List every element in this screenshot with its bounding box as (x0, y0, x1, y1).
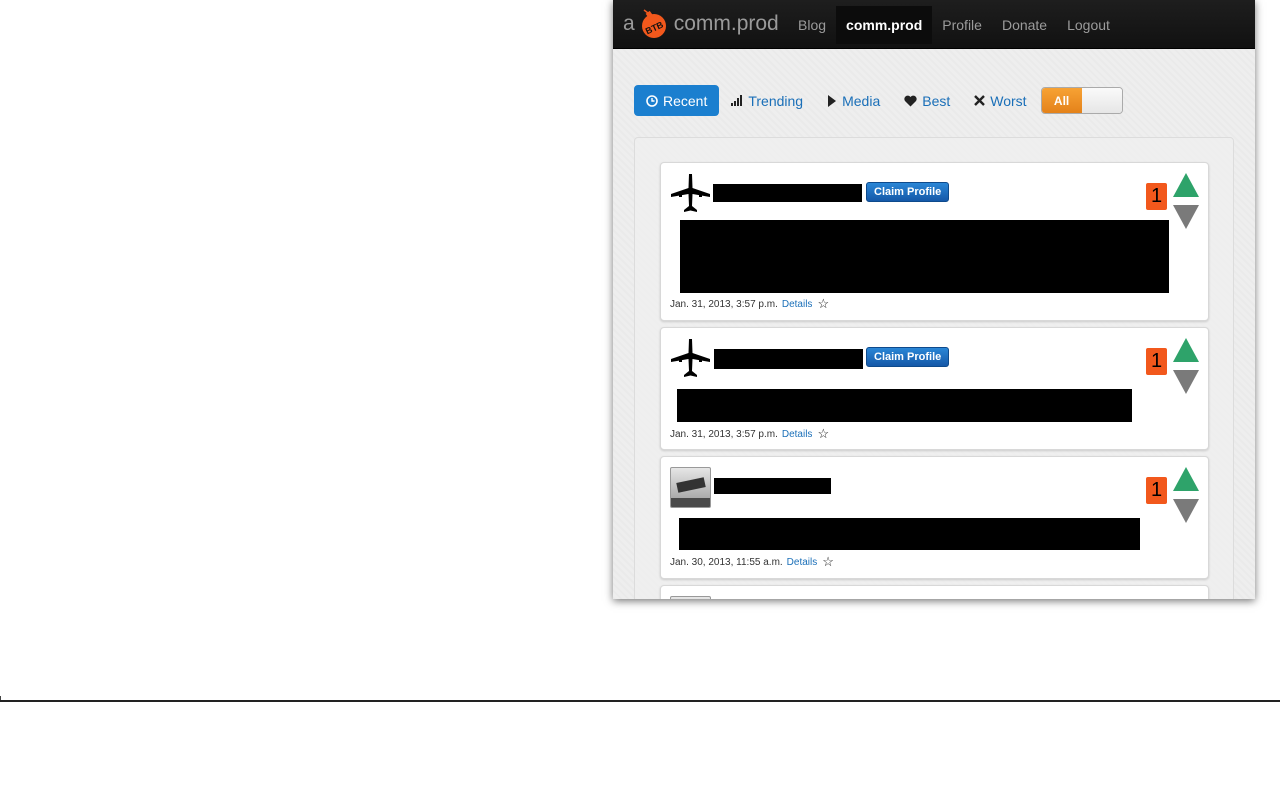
filter-worst-label: Worst (990, 92, 1027, 109)
post-card: Claim Profile 1 Jan. 31, 2013, 3:57 p.m.… (660, 327, 1209, 450)
main-nav: Blog comm.prod Profile Donate Logout (788, 6, 1120, 44)
downvote-arrow-icon[interactable] (1173, 205, 1199, 229)
star-icon[interactable]: ☆ (817, 426, 829, 442)
redacted-author-name (713, 184, 862, 202)
filter-best-label: Best (922, 92, 951, 109)
nav-profile[interactable]: Profile (932, 6, 992, 44)
downvote-arrow-icon[interactable] (1173, 370, 1199, 394)
star-icon[interactable]: ☆ (817, 296, 829, 312)
top-navbar: a BTB comm.prod Blog comm.prod Profile D… (613, 0, 1255, 49)
user-avatar-photo[interactable] (670, 467, 711, 508)
all-toggle-switch[interactable]: All (1040, 87, 1123, 114)
brand-name: comm.prod (673, 12, 779, 35)
post-card: Claim Profile 1 Jan. 31, 2013, 3:57 p.m.… (660, 162, 1209, 321)
filter-media[interactable]: Media (815, 85, 892, 116)
score-badge: 1 (1146, 183, 1167, 210)
redacted-author-name (714, 478, 831, 494)
signal-bars-icon (731, 95, 743, 106)
window-bottom-edge (0, 696, 1280, 702)
post-meta: Jan. 31, 2013, 3:57 p.m. Details ☆ (670, 426, 829, 442)
post-card: 1 Jan. 30, 2013, 11:55 a.m. Details ☆ (660, 456, 1209, 579)
filter-media-label: Media (842, 92, 881, 109)
user-avatar-photo[interactable] (670, 596, 711, 599)
upvote-arrow-icon[interactable] (1173, 467, 1199, 491)
redacted-post-content (680, 220, 1169, 293)
post-date: Jan. 31, 2013, 3:57 p.m. (670, 428, 778, 440)
brand[interactable]: a BTB comm.prod (623, 0, 779, 48)
nav-blog[interactable]: Blog (788, 6, 836, 44)
filter-trending-label: Trending (748, 92, 804, 109)
filter-best[interactable]: Best (892, 85, 962, 116)
upvote-arrow-icon[interactable] (1173, 338, 1199, 362)
airplane-icon[interactable] (670, 338, 711, 379)
filter-recent-label: Recent (663, 92, 708, 109)
filter-recent[interactable]: Recent (634, 85, 720, 116)
toggle-label: All (1041, 88, 1082, 113)
post-feed: Claim Profile 1 Jan. 31, 2013, 3:57 p.m.… (634, 137, 1234, 599)
claim-profile-button[interactable]: Claim Profile (866, 347, 950, 367)
post-card (660, 585, 1209, 599)
nav-logout[interactable]: Logout (1057, 6, 1120, 44)
toggle-knob (1081, 88, 1122, 113)
details-link[interactable]: Details (782, 429, 813, 440)
filter-trending[interactable]: Trending (719, 85, 815, 116)
redacted-post-content (679, 518, 1140, 550)
redacted-author-name (714, 349, 863, 369)
filter-bar: Recent Trending Media Best Worst All (634, 85, 1123, 116)
nav-comm-prod[interactable]: comm.prod (836, 6, 933, 44)
browser-viewport: a BTB comm.prod Blog comm.prod Profile D… (613, 0, 1255, 599)
nav-donate[interactable]: Donate (992, 6, 1057, 44)
airplane-icon[interactable] (670, 173, 711, 214)
play-icon (827, 94, 837, 107)
post-meta: Jan. 31, 2013, 3:57 p.m. Details ☆ (670, 296, 829, 312)
filter-worst[interactable]: Worst (962, 85, 1038, 116)
details-link[interactable]: Details (787, 557, 818, 568)
post-date: Jan. 30, 2013, 11:55 a.m. (670, 556, 783, 568)
brand-prefix: a (623, 12, 635, 35)
heart-icon (904, 95, 917, 107)
redacted-post-content (677, 389, 1132, 422)
details-link[interactable]: Details (782, 299, 813, 310)
post-meta: Jan. 30, 2013, 11:55 a.m. Details ☆ (670, 554, 834, 570)
score-badge: 1 (1146, 348, 1167, 375)
x-icon (974, 95, 986, 106)
claim-profile-button[interactable]: Claim Profile (866, 182, 950, 202)
downvote-arrow-icon[interactable] (1173, 499, 1199, 523)
star-icon[interactable]: ☆ (822, 554, 834, 570)
bomb-logo-icon: BTB (639, 9, 669, 39)
post-date: Jan. 31, 2013, 3:57 p.m. (670, 298, 778, 310)
clock-icon (646, 94, 658, 107)
upvote-arrow-icon[interactable] (1173, 173, 1199, 197)
score-badge: 1 (1146, 477, 1167, 504)
